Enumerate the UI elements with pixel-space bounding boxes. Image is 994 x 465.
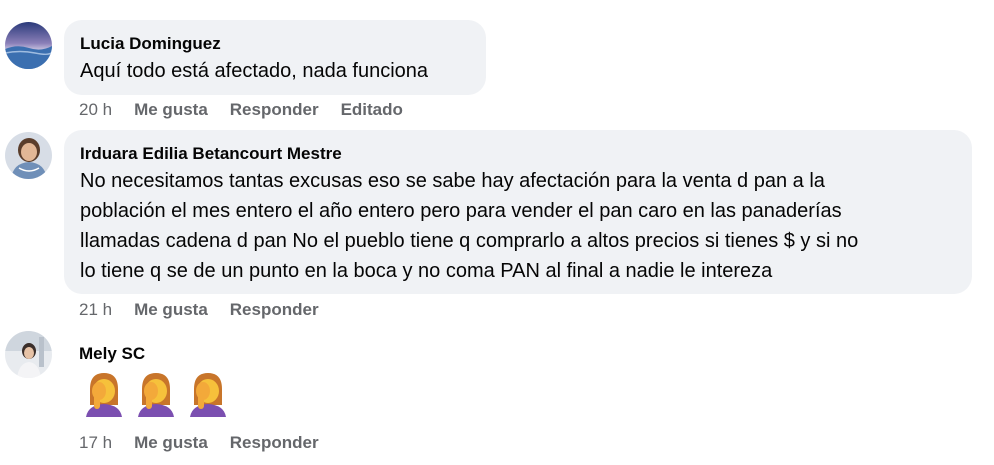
like-button[interactable]: Me gusta	[134, 433, 208, 453]
comment-actions: 21 h Me gusta Responder	[79, 300, 341, 320]
comment-text: Aquí todo está afectado, nada funciona	[80, 60, 429, 82]
avatar[interactable]	[5, 22, 52, 69]
edited-label: Editado	[340, 100, 403, 119]
like-button[interactable]: Me gusta	[134, 100, 208, 120]
comment-text-line: llamadas cadena d pan No el pueblo tiene…	[80, 230, 859, 252]
woman-facepalming-emoji	[134, 369, 178, 417]
comment-text-line: lo tiene q se de un punto en la boca y n…	[80, 260, 773, 282]
avatar[interactable]	[5, 331, 52, 378]
timestamp[interactable]: 20 h	[79, 100, 112, 120]
comment-author[interactable]: Irduara Edilia Betancourt Mestre	[80, 144, 342, 164]
timestamp[interactable]: 21 h	[79, 300, 112, 320]
woman-facepalming-emoji	[82, 369, 126, 417]
woman-facepalming-emoji	[186, 369, 230, 417]
reply-button[interactable]: Responder	[230, 433, 319, 453]
timestamp[interactable]: 17 h	[79, 433, 112, 453]
comment-text-line: población el mes entero el año entero pe…	[80, 200, 842, 222]
like-button[interactable]: Me gusta	[134, 300, 208, 320]
reply-button[interactable]: Responder	[230, 100, 319, 120]
comment-actions: 20 h Me gusta Responder Editado	[79, 100, 425, 120]
comment-actions: 17 h Me gusta Responder	[79, 433, 341, 453]
comment-author[interactable]: Mely SC	[79, 344, 145, 364]
comment-author[interactable]: Lucia Dominguez	[80, 34, 221, 54]
reply-button[interactable]: Responder	[230, 300, 319, 320]
avatar[interactable]	[5, 132, 52, 179]
comment-text-line: No necesitamos tantas excusas eso se sab…	[80, 170, 825, 192]
